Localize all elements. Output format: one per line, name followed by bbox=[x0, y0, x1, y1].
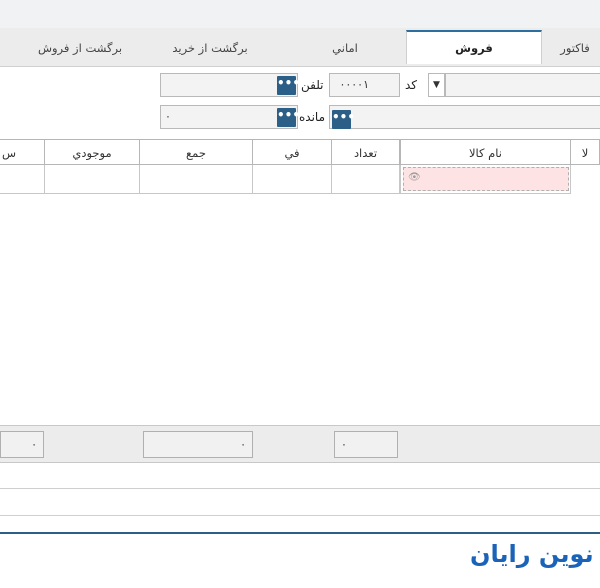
chevron-down-icon[interactable]: ▼ bbox=[428, 73, 445, 97]
brand-logo-text: نوين رايان bbox=[470, 540, 594, 568]
customer-name-field[interactable] bbox=[329, 105, 600, 129]
divider bbox=[0, 515, 600, 516]
code-label: كد bbox=[405, 78, 418, 92]
column-header-edge-right[interactable]: لا bbox=[570, 139, 600, 165]
code-field[interactable]: ٠٠٠٠١ bbox=[329, 73, 400, 97]
total-cell[interactable] bbox=[140, 165, 253, 194]
column-header-stock[interactable]: موجودي bbox=[45, 139, 140, 165]
tab-sales-return[interactable]: برگشت از فروش bbox=[20, 32, 140, 65]
balance-label: مانده bbox=[299, 110, 326, 124]
tab-invoice[interactable]: فاكتور bbox=[540, 32, 600, 65]
column-header-unit-price[interactable]: في bbox=[253, 139, 332, 165]
stock-cell[interactable] bbox=[45, 165, 140, 194]
quantity-cell[interactable] bbox=[332, 165, 400, 194]
tab-purchase-return[interactable]: برگشت از خريد bbox=[150, 32, 270, 65]
product-name-cell[interactable]: 👁 bbox=[400, 165, 571, 194]
summary-bar: ٠ ٠ ٠ bbox=[0, 425, 600, 463]
tab-label: فاكتور bbox=[560, 41, 590, 55]
balance-lookup-button[interactable]: ••• bbox=[277, 108, 300, 127]
summary-quantity-total: ٠ bbox=[334, 431, 398, 458]
tab-label: فروش bbox=[455, 41, 493, 55]
column-header-quantity[interactable]: تعداد bbox=[332, 139, 400, 165]
customer-lookup-button[interactable]: ••• bbox=[332, 110, 355, 129]
summary-amount-total: ٠ bbox=[143, 431, 253, 458]
footer-accent-line bbox=[0, 532, 600, 534]
tab-label: برگشت از خريد bbox=[172, 41, 248, 55]
summary-left-total: ٠ bbox=[0, 431, 44, 458]
tab-strip: فاكتور فروش اماني برگشت از خريد برگشت از… bbox=[0, 28, 600, 67]
column-header-product-name[interactable]: نام كالا bbox=[400, 139, 571, 165]
eye-icon[interactable]: 👁 bbox=[408, 172, 421, 183]
edge-cell[interactable] bbox=[0, 165, 45, 194]
window-top-bar bbox=[0, 0, 600, 28]
tab-label: برگشت از فروش bbox=[37, 41, 123, 55]
column-header-total[interactable]: جمع bbox=[140, 139, 253, 165]
column-header-edge-left[interactable]: س bbox=[0, 139, 45, 165]
tab-label: اماني bbox=[332, 41, 358, 55]
customer-select[interactable] bbox=[445, 73, 600, 97]
tab-consignment[interactable]: اماني bbox=[285, 32, 405, 65]
phone-lookup-button[interactable]: ••• bbox=[277, 76, 300, 95]
tab-sales[interactable]: فروش bbox=[406, 30, 542, 64]
unit-price-cell[interactable] bbox=[253, 165, 332, 194]
divider bbox=[0, 488, 600, 489]
phone-label: تلفن bbox=[301, 78, 324, 92]
